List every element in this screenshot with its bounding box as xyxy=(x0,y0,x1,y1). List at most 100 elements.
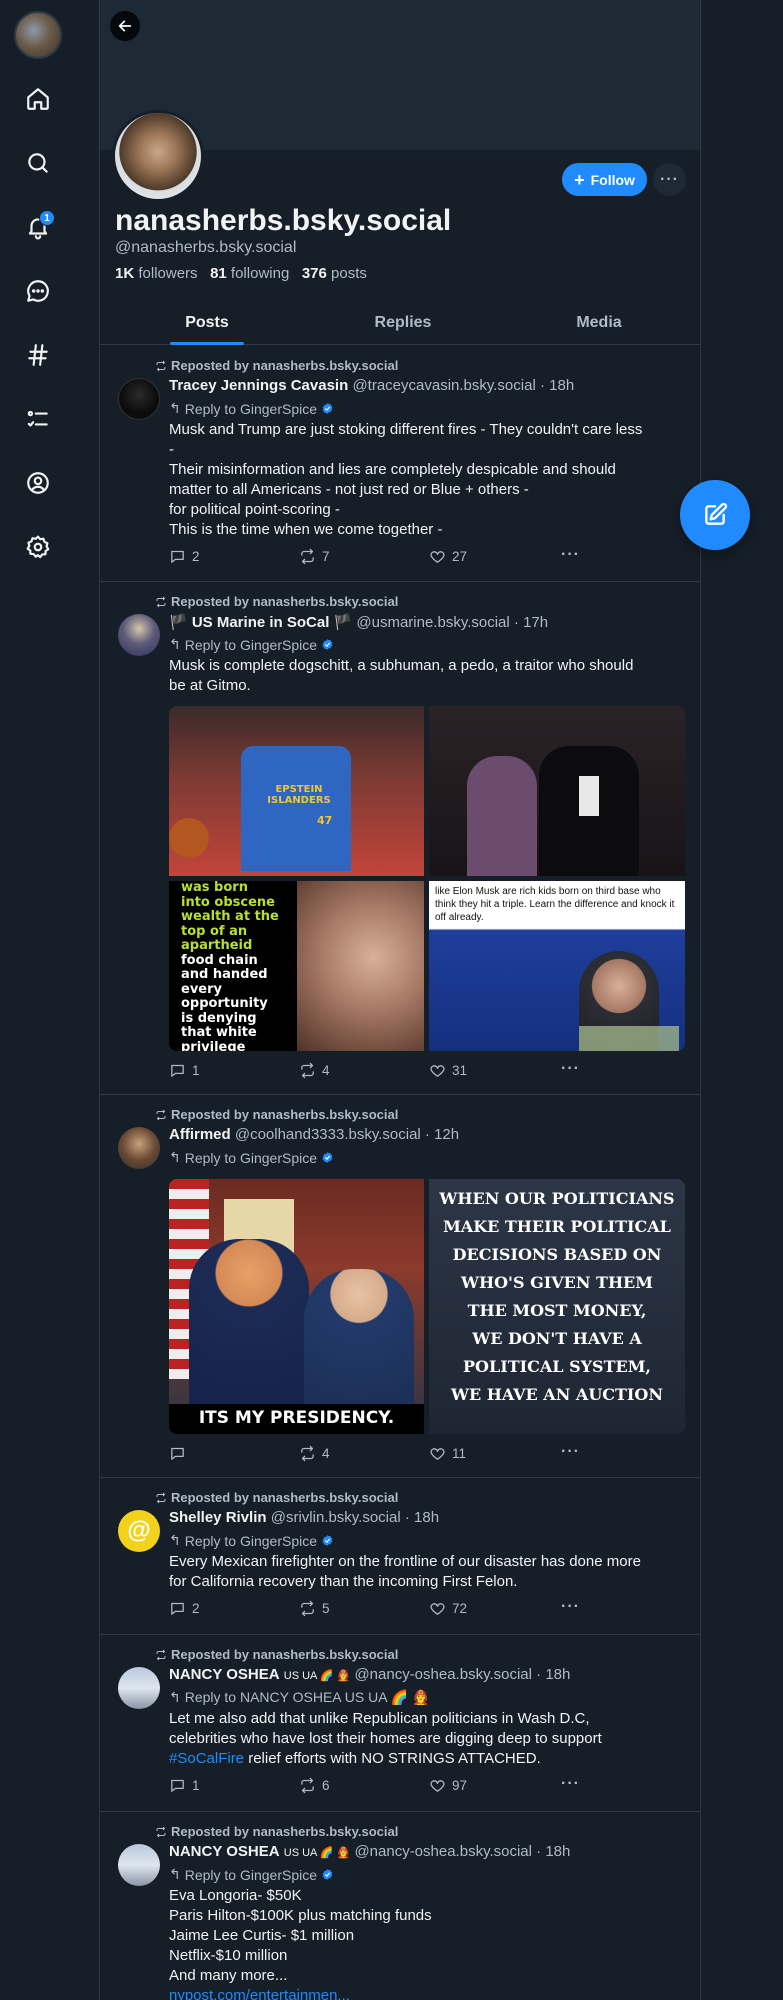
post-item[interactable]: Reposted by nanasherbs.bsky.social 🏴 US … xyxy=(100,582,700,1095)
reply-indicator[interactable]: ↰ Reply to GingerSpice xyxy=(169,636,334,653)
post-timestamp[interactable]: 18h xyxy=(545,1666,570,1683)
author-flair: US UA 🌈 🧑‍🚒 xyxy=(283,1670,351,1682)
followers-link[interactable]: 1K followers xyxy=(115,265,198,282)
meme-text-line: and handed xyxy=(181,967,268,982)
post-image-basketball[interactable]: EPSTEIN ISLANDERS 47 xyxy=(169,706,424,876)
post-author-avatar[interactable] xyxy=(118,614,160,656)
reply-arrow-icon: ↰ xyxy=(169,1532,181,1548)
settings-button[interactable] xyxy=(18,527,58,567)
post-image-cartoon[interactable]: ITS MY PRESIDENCY. xyxy=(169,1179,424,1434)
post-timestamp[interactable]: 12h xyxy=(434,1126,459,1143)
current-user-avatar[interactable] xyxy=(14,11,62,59)
post-author-handle[interactable]: @nancy-oshea.bsky.social xyxy=(354,1666,532,1683)
notifications-badge: 1 xyxy=(39,210,55,226)
post-timestamp[interactable]: 17h xyxy=(523,614,548,631)
post-author-avatar[interactable] xyxy=(118,1667,160,1709)
home-button[interactable] xyxy=(18,79,58,119)
reply-indicator[interactable]: ↰ Reply to GingerSpice xyxy=(169,1866,334,1883)
like-button[interactable]: 97 xyxy=(429,1777,467,1794)
repost-button[interactable]: 6 xyxy=(299,1777,330,1794)
post-author-name[interactable]: Tracey Jennings Cavasin xyxy=(169,377,348,394)
search-button[interactable] xyxy=(18,143,58,183)
comment-icon xyxy=(171,1602,184,1615)
follow-button[interactable]: + Follow xyxy=(562,163,647,196)
verified-badge-icon xyxy=(322,1869,333,1880)
external-link[interactable]: nypost.com/entertainmen... xyxy=(169,1986,679,2000)
post-author-avatar[interactable] xyxy=(118,378,160,420)
post-image-gala[interactable] xyxy=(429,706,685,876)
tab-replies[interactable]: Replies xyxy=(357,300,449,345)
post-item[interactable]: Reposted by nanasherbs.bsky.social NANCY… xyxy=(100,1635,700,1812)
post-author-handle[interactable]: @coolhand3333.bsky.social xyxy=(235,1126,421,1143)
post-author-name[interactable]: Shelley Rivlin xyxy=(169,1509,267,1526)
feeds-button[interactable] xyxy=(18,335,58,375)
repost-button[interactable]: 5 xyxy=(299,1600,330,1617)
repost-button[interactable]: 7 xyxy=(299,548,330,565)
reply-button[interactable]: 1 xyxy=(169,1777,200,1794)
reply-indicator[interactable]: ↰ Reply to NANCY OSHEA US UA 🌈 🧑‍🚒 xyxy=(169,1689,429,1706)
tab-media[interactable]: Media xyxy=(556,300,642,345)
post-author-name[interactable]: 🏴 US Marine in SoCal 🏴 xyxy=(169,614,352,631)
post-more-button[interactable]: ··· xyxy=(561,1599,580,1615)
like-button[interactable]: 11 xyxy=(429,1445,466,1462)
post-author-avatar[interactable]: @ xyxy=(118,1510,160,1552)
repost-indicator: Reposted by nanasherbs.bsky.social xyxy=(155,358,398,373)
reply-indicator[interactable]: ↰ Reply to GingerSpice xyxy=(169,1149,334,1166)
chat-button[interactable] xyxy=(18,271,58,311)
notifications-button[interactable]: 1 xyxy=(18,207,58,247)
post-timestamp[interactable]: 18h xyxy=(414,1509,439,1526)
post-author-handle[interactable]: @nancy-oshea.bsky.social xyxy=(354,1843,532,1860)
back-button[interactable] xyxy=(110,11,140,41)
like-button[interactable]: 72 xyxy=(429,1600,467,1617)
repost-button[interactable]: 4 xyxy=(299,1445,330,1462)
repost-icon xyxy=(156,1109,166,1120)
post-author-name[interactable]: NANCY OSHEA xyxy=(169,1843,280,1860)
post-author-avatar[interactable] xyxy=(118,1127,160,1169)
tab-posts[interactable]: Posts xyxy=(170,300,244,345)
post-item[interactable]: Reposted by nanasherbs.bsky.social Trace… xyxy=(100,346,700,582)
post-timestamp[interactable]: 18h xyxy=(545,1843,570,1860)
post-body: Every Mexican firefighter on the frontli… xyxy=(169,1553,641,1590)
post-author-handle[interactable]: @srivlin.bsky.social xyxy=(271,1509,401,1526)
post-image-auction-quote[interactable]: WHEN OUR POLITICIANS MAKE THEIR POLITICA… xyxy=(429,1179,685,1434)
like-button[interactable]: 31 xyxy=(429,1062,467,1079)
reply-arrow-icon: ↰ xyxy=(169,1689,181,1705)
plus-icon: + xyxy=(574,169,585,190)
post-image-meme[interactable]: was born into obscene wealth at the top … xyxy=(169,881,424,1051)
following-link[interactable]: 81 following xyxy=(210,265,289,282)
post-item[interactable]: Reposted by nanasherbs.bsky.social Affir… xyxy=(100,1095,700,1478)
reply-button[interactable]: 2 xyxy=(169,1600,200,1617)
reply-button[interactable]: 2 xyxy=(169,548,200,565)
reply-indicator[interactable]: ↰ Reply to GingerSpice xyxy=(169,1532,334,1549)
hashtag-link[interactable]: #SoCalFire xyxy=(169,1750,244,1767)
post-item[interactable]: Reposted by nanasherbs.bsky.social @ She… xyxy=(100,1478,700,1635)
post-more-button[interactable]: ··· xyxy=(561,547,580,563)
post-image-quote[interactable]: like Elon Musk are rich kids born on thi… xyxy=(429,881,685,1051)
post-author-name[interactable]: NANCY OSHEA xyxy=(169,1666,280,1683)
post-more-button[interactable]: ··· xyxy=(561,1444,580,1460)
post-author-handle[interactable]: @usmarine.bsky.social xyxy=(356,614,509,631)
repost-button[interactable]: 4 xyxy=(299,1062,330,1079)
comment-icon xyxy=(171,1447,184,1460)
post-more-button[interactable]: ··· xyxy=(561,1776,580,1792)
post-more-button[interactable]: ··· xyxy=(561,1061,580,1077)
profile-button[interactable] xyxy=(18,463,58,503)
reply-button[interactable]: 1 xyxy=(169,1062,200,1079)
post-author-avatar[interactable] xyxy=(118,1844,160,1886)
post-body: Eva Longoria- $50K Paris Hilton-$100K pl… xyxy=(169,1886,679,2000)
reply-indicator[interactable]: ↰ Reply to GingerSpice xyxy=(169,400,334,417)
meme-text-line: food chain xyxy=(181,952,258,968)
compose-post-button[interactable] xyxy=(680,480,750,550)
repost-icon xyxy=(156,1492,166,1503)
profile-avatar[interactable] xyxy=(112,110,204,202)
reply-button[interactable] xyxy=(169,1445,192,1462)
list-icon xyxy=(27,410,48,427)
like-button[interactable]: 27 xyxy=(429,548,467,565)
post-timestamp[interactable]: 18h xyxy=(549,377,574,394)
more-options-button[interactable]: ··· xyxy=(653,163,686,196)
post-author-handle[interactable]: @traceycavasin.bsky.social xyxy=(352,377,535,394)
repost-icon xyxy=(301,1777,314,1794)
post-author-name[interactable]: Affirmed xyxy=(169,1126,231,1143)
lists-button[interactable] xyxy=(18,399,58,439)
post-item[interactable]: Reposted by nanasherbs.bsky.social NANCY… xyxy=(100,1812,700,2000)
